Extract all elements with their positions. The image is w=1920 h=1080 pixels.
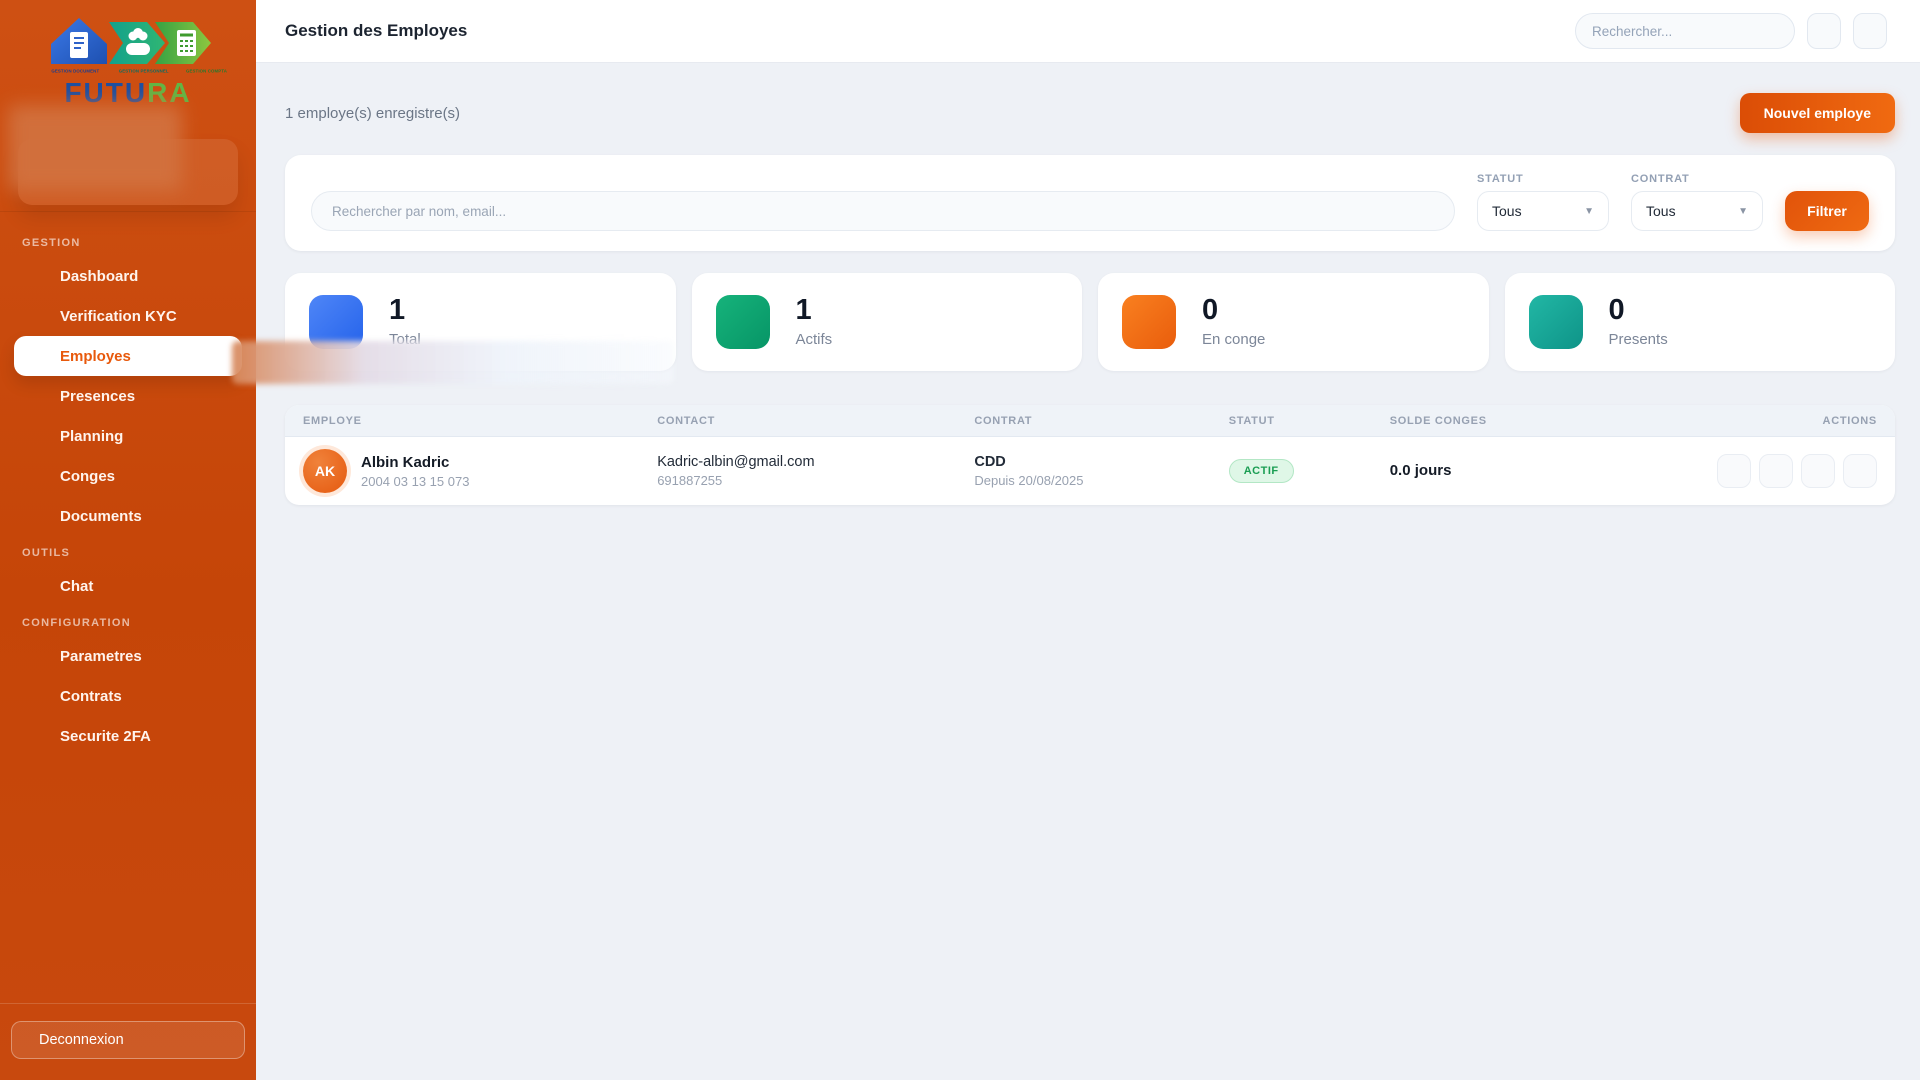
toolbar-row: 1 employe(s) enregistre(s) Nouvel employ… bbox=[285, 93, 1895, 133]
total-stat-icon bbox=[309, 295, 363, 349]
caption-document: GESTION DOCUMENT bbox=[51, 70, 99, 74]
brand-captions: GESTION DOCUMENT GESTION PERSONNEL GESTI… bbox=[42, 69, 214, 75]
sidebar-item-conges[interactable]: Conges bbox=[14, 456, 242, 496]
status-badge: ACTIF bbox=[1229, 459, 1294, 483]
stat-label-actifs: Actifs bbox=[796, 331, 833, 348]
people-icon bbox=[133, 28, 143, 38]
sidebar-item-verification-kyc[interactable]: Verification KYC bbox=[14, 296, 242, 336]
header-solde-conges: SOLDE CONGES bbox=[1372, 415, 1667, 427]
stat-label-presents: Presents bbox=[1609, 331, 1668, 348]
caption-personnel: GESTION PERSONNEL bbox=[118, 70, 168, 74]
statut-selected-value: Tous bbox=[1492, 203, 1522, 219]
nav-section-gestion: GESTION bbox=[0, 237, 256, 249]
employee-search-input[interactable] bbox=[311, 191, 1455, 231]
document-icon bbox=[70, 32, 88, 58]
blur-overlay-profile bbox=[8, 105, 182, 191]
stat-label-total: Total bbox=[389, 331, 421, 348]
brand-name-secondary: RA bbox=[147, 77, 191, 108]
avatar: AK bbox=[303, 449, 347, 493]
contrat-label: CONTRAT bbox=[1631, 173, 1763, 185]
leave-balance: 0.0 jours bbox=[1390, 462, 1452, 479]
contrat-select[interactable]: Tous ▼ bbox=[1631, 191, 1763, 231]
contract-since: Depuis 20/08/2025 bbox=[974, 473, 1210, 488]
contrat-filter-group: CONTRAT Tous ▼ bbox=[1631, 173, 1763, 231]
nav-section-configuration: CONFIGURATION bbox=[0, 617, 256, 629]
sidebar-item-chat[interactable]: Chat bbox=[14, 566, 242, 606]
sidebar-item-parametres[interactable]: Parametres bbox=[14, 636, 242, 676]
brand-logo-mark bbox=[43, 10, 213, 68]
stat-card-presents: 0 Presents bbox=[1505, 273, 1896, 371]
presents-stat-icon bbox=[1529, 295, 1583, 349]
table-header-row: EMPLOYE CONTACT CONTRAT STATUT SOLDE CON… bbox=[285, 405, 1895, 437]
stat-card-en-conge: 0 En conge bbox=[1098, 273, 1489, 371]
nav-section-outils: OUTILS bbox=[0, 547, 256, 559]
sidebar-item-presences[interactable]: Presences bbox=[14, 376, 242, 416]
row-action-button-1[interactable] bbox=[1717, 454, 1751, 488]
filter-card: STATUT Tous ▼ CONTRAT Tous ▼ Filtrer bbox=[285, 155, 1895, 251]
table-row[interactable]: AK Albin Kadric 2004 03 13 15 073 Kadric… bbox=[285, 437, 1895, 505]
statut-label: STATUT bbox=[1477, 173, 1609, 185]
stat-card-actifs: 1 Actifs bbox=[692, 273, 1083, 371]
actifs-stat-icon bbox=[716, 295, 770, 349]
logout-button[interactable]: Deconnexion bbox=[11, 1021, 245, 1059]
statut-filter-group: STATUT Tous ▼ bbox=[1477, 173, 1609, 231]
sidebar-item-securite-2fa[interactable]: Securite 2FA bbox=[14, 716, 242, 756]
employee-name: Albin Kadric bbox=[361, 454, 469, 471]
en-conge-stat-icon bbox=[1122, 295, 1176, 349]
stat-value-en-conge: 0 bbox=[1202, 296, 1265, 325]
sidebar-item-contrats[interactable]: Contrats bbox=[14, 676, 242, 716]
sidebar-item-planning[interactable]: Planning bbox=[14, 416, 242, 456]
filter-submit-button[interactable]: Filtrer bbox=[1785, 191, 1869, 231]
content: 1 employe(s) enregistre(s) Nouvel employ… bbox=[256, 93, 1920, 505]
employee-id: 2004 03 13 15 073 bbox=[361, 474, 469, 489]
stat-value-presents: 0 bbox=[1609, 296, 1668, 325]
row-action-button-2[interactable] bbox=[1759, 454, 1793, 488]
topbar-icon-button-2[interactable] bbox=[1853, 13, 1887, 49]
employees-table: EMPLOYE CONTACT CONTRAT STATUT SOLDE CON… bbox=[285, 405, 1895, 505]
page-title: Gestion des Employes bbox=[285, 21, 467, 41]
stat-label-en-conge: En conge bbox=[1202, 331, 1265, 348]
header-employe: EMPLOYE bbox=[285, 415, 639, 427]
sidebar-item-documents[interactable]: Documents bbox=[14, 496, 242, 536]
sidebar-footer: Deconnexion bbox=[0, 1003, 256, 1080]
sidebar-item-employes[interactable]: Employes bbox=[14, 336, 242, 376]
caption-compta: GESTION COMPTA bbox=[186, 70, 227, 74]
row-action-button-4[interactable] bbox=[1843, 454, 1877, 488]
main-area: Gestion des Employes 1 employe(s) enregi… bbox=[256, 0, 1920, 1080]
user-profile-area bbox=[0, 113, 256, 211]
header-statut: STATUT bbox=[1211, 415, 1372, 427]
brand-logo: GESTION DOCUMENT GESTION PERSONNEL GESTI… bbox=[0, 0, 256, 109]
employee-phone: 691887255 bbox=[657, 473, 956, 488]
topbar-icon-button-1[interactable] bbox=[1807, 13, 1841, 49]
contract-type: CDD bbox=[974, 454, 1210, 470]
sidebar-divider bbox=[0, 211, 256, 212]
stats-row: 1 Total 1 Actifs 0 En conge bbox=[285, 273, 1895, 371]
stat-value-actifs: 1 bbox=[796, 296, 833, 325]
sidebar-item-dashboard[interactable]: Dashboard bbox=[14, 256, 242, 296]
chevron-down-icon: ▼ bbox=[1738, 206, 1748, 217]
contrat-selected-value: Tous bbox=[1646, 203, 1676, 219]
employee-email: Kadric-albin@gmail.com bbox=[657, 454, 956, 470]
new-employee-button[interactable]: Nouvel employe bbox=[1740, 93, 1895, 133]
sidebar-nav: GESTION Dashboard Verification KYC Emplo… bbox=[0, 237, 256, 756]
topbar: Gestion des Employes bbox=[256, 0, 1920, 63]
global-search-input[interactable] bbox=[1575, 13, 1795, 49]
statut-select[interactable]: Tous ▼ bbox=[1477, 191, 1609, 231]
row-action-button-3[interactable] bbox=[1801, 454, 1835, 488]
header-actions: ACTIONS bbox=[1666, 415, 1895, 427]
chevron-down-icon: ▼ bbox=[1584, 206, 1594, 217]
sidebar: GESTION DOCUMENT GESTION PERSONNEL GESTI… bbox=[0, 0, 256, 1080]
employee-count-text: 1 employe(s) enregistre(s) bbox=[285, 105, 460, 122]
header-contrat: CONTRAT bbox=[956, 415, 1210, 427]
stat-card-total: 1 Total bbox=[285, 273, 676, 371]
header-contact: CONTACT bbox=[639, 415, 956, 427]
brand-name-primary: FUTU bbox=[64, 77, 147, 108]
stat-value-total: 1 bbox=[389, 296, 421, 325]
